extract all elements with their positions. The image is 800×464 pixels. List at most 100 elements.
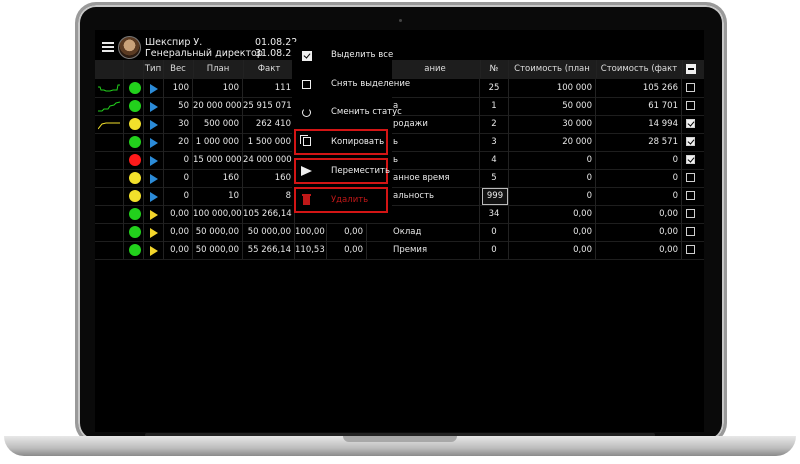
number-cell: 2 — [480, 115, 509, 133]
weight-cell: 50 — [163, 97, 193, 115]
cost-plan-cell: 30 000 — [508, 115, 596, 133]
number-cell: 3 — [480, 133, 509, 151]
cost-plan-cell: 50 000 — [508, 97, 596, 115]
date-from[interactable]: 01.08.22 — [255, 37, 297, 48]
cost-plan-cell: 20 000 — [508, 133, 596, 151]
plan-cell: 20 000 000 — [193, 97, 243, 115]
type-cell — [143, 97, 164, 115]
menu-item-move[interactable]: Переместить — [294, 158, 390, 184]
play-triangle-icon[interactable] — [150, 192, 158, 202]
menu-item-copy[interactable]: Копировать — [294, 129, 388, 155]
number-input[interactable]: 999 — [482, 188, 508, 205]
number-cell: 1 — [480, 97, 509, 115]
cost-fact-cell: 0,00 — [596, 241, 682, 259]
cost-fact-cell: 105 266 — [596, 79, 682, 97]
weight-cell: 0 — [163, 187, 193, 205]
table-row[interactable]: 20 1 000 000 1 500 000 ь 3 20 000 28 571 — [95, 133, 704, 152]
cost-plan-cell: 0,00 — [508, 223, 596, 241]
status-dot-icon[interactable] — [129, 208, 141, 220]
row-checkbox[interactable] — [686, 155, 695, 164]
header-plan[interactable]: План — [193, 60, 244, 78]
status-cell — [123, 151, 144, 169]
row-checkbox[interactable] — [686, 227, 695, 236]
row-checkbox[interactable] — [686, 101, 695, 110]
play-triangle-icon[interactable] — [150, 228, 158, 238]
cost-fact-cell: 0 — [596, 187, 682, 205]
hamburger-menu-icon[interactable] — [102, 42, 114, 52]
number-cell: 4 — [480, 151, 509, 169]
sparkline-cell — [95, 187, 124, 205]
status-dot-icon[interactable] — [129, 100, 141, 112]
name-cell: а — [390, 97, 480, 115]
play-triangle-icon[interactable] — [150, 120, 158, 130]
sparkline-cell — [95, 241, 124, 259]
row-checkbox[interactable] — [686, 209, 695, 218]
status-cell — [123, 223, 144, 241]
type-cell — [143, 187, 164, 205]
row-checkbox[interactable] — [686, 245, 695, 254]
table-row[interactable]: 0,00 50 000,00 55 266,14 110,53 0,00 Премия 0 0… — [95, 241, 704, 260]
header-weight[interactable]: Вес — [163, 60, 194, 78]
menu-item-change-status[interactable]: Сменить статус — [294, 101, 402, 125]
date-to[interactable]: 31.08.22 — [255, 48, 297, 59]
status-dot-icon[interactable] — [129, 82, 141, 94]
row-checkbox[interactable] — [686, 137, 695, 146]
user-role: Генеральный директор — [145, 48, 263, 59]
play-triangle-icon[interactable] — [150, 210, 158, 220]
avatar[interactable] — [118, 36, 141, 59]
type-cell — [143, 169, 164, 187]
table-row[interactable]: 0 15 000 000 24 000 000 ь 4 0 0 — [95, 151, 704, 170]
user-name: Шекспир У. — [145, 37, 203, 48]
select-cell — [682, 115, 704, 133]
header-fact[interactable]: Факт — [243, 60, 296, 78]
status-dot-icon[interactable] — [129, 190, 141, 202]
table-row[interactable]: 0,00 100 000,00 105 266,14 34 0,00 0,00 — [95, 205, 704, 224]
menu-item-deselect[interactable]: Снять выделение — [294, 73, 410, 97]
cost-plan-cell: 100 000 — [508, 79, 596, 97]
status-dot-icon[interactable] — [129, 172, 141, 184]
menu-item-label: Снять выделение — [331, 79, 411, 89]
row-checkbox[interactable] — [686, 119, 695, 128]
header-type[interactable]: Тип — [143, 60, 164, 78]
status-dot-icon[interactable] — [129, 154, 141, 166]
type-cell — [143, 205, 164, 223]
play-triangle-icon[interactable] — [150, 84, 158, 94]
play-triangle-icon[interactable] — [150, 102, 158, 112]
play-triangle-icon[interactable] — [150, 138, 158, 148]
play-triangle-icon[interactable] — [150, 156, 158, 166]
header-cost-fact[interactable]: Стоимость (факт — [596, 60, 683, 78]
percent-plan-cell: 100,00 — [295, 223, 327, 241]
name-cell: альность — [390, 187, 480, 205]
row-checkbox[interactable] — [686, 191, 695, 200]
cost-fact-cell: 0 — [596, 151, 682, 169]
menu-item-delete[interactable]: Удалить — [294, 187, 388, 213]
percent-fact-cell: 0,00 — [327, 223, 367, 241]
status-dot-icon[interactable] — [129, 226, 141, 238]
status-cell — [123, 169, 144, 187]
table-row[interactable]: 0 160 160 анное время 5 0 0 — [95, 169, 704, 188]
status-dot-icon[interactable] — [129, 244, 141, 256]
trash-icon — [301, 194, 313, 206]
cost-plan-cell: 0 — [508, 151, 596, 169]
header-cost-plan[interactable]: Стоимость (план — [508, 60, 597, 78]
status-dot-icon[interactable] — [129, 118, 141, 130]
indeterminate-checkbox-icon[interactable] — [686, 64, 696, 74]
row-checkbox[interactable] — [686, 173, 695, 182]
table-row[interactable]: 0 10 8 альность 999 0 0 — [95, 187, 704, 206]
status-cell — [123, 205, 144, 223]
number-cell: 0 — [480, 241, 509, 259]
cost-fact-cell: 28 571 — [596, 133, 682, 151]
header-name[interactable]: ание — [390, 60, 481, 78]
menu-item-label: Выделить все — [331, 50, 394, 60]
status-dot-icon[interactable] — [129, 136, 141, 148]
row-checkbox[interactable] — [686, 83, 695, 92]
header-number[interactable]: № — [480, 60, 509, 78]
play-triangle-icon[interactable] — [150, 246, 158, 256]
play-triangle-icon[interactable] — [150, 174, 158, 184]
fact-cell: 160 — [243, 169, 295, 187]
table-row[interactable]: 0,00 50 000,00 50 000,00 100,00 0,00 Оклад 0 0,… — [95, 223, 704, 242]
menu-item-select-all[interactable]: Выделить все — [294, 44, 393, 68]
table-row[interactable]: 30 500 000 262 410 родажи 2 30 000 14 994 — [95, 115, 704, 134]
weight-cell: 30 — [163, 115, 193, 133]
header-select-checkbox[interactable] — [682, 60, 704, 78]
